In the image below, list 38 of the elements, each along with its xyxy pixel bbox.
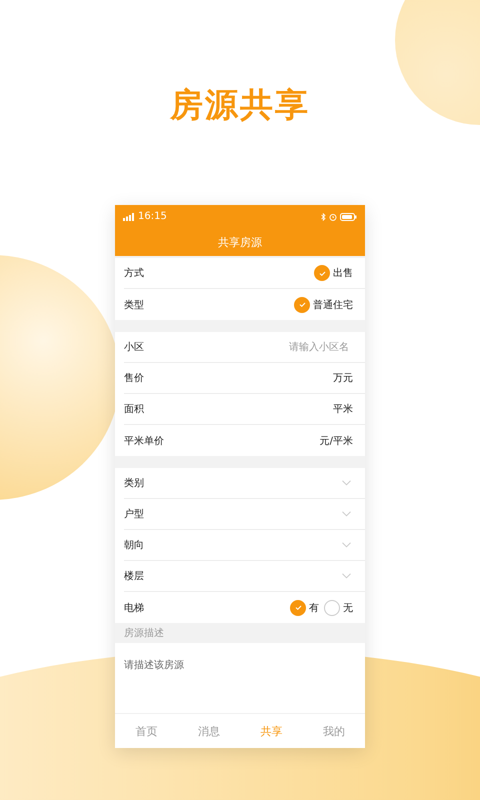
chevron-down-icon[interactable] bbox=[342, 480, 351, 486]
radio-button[interactable] bbox=[294, 296, 310, 312]
chevron-down-icon[interactable] bbox=[342, 573, 351, 579]
chevron-down-icon[interactable] bbox=[342, 542, 351, 548]
option-label[interactable]: 有 bbox=[309, 600, 319, 614]
field-label: 售价 bbox=[124, 372, 145, 385]
alarm-clock-icon bbox=[329, 212, 337, 220]
description-textarea[interactable]: 请描述该房源 bbox=[115, 643, 365, 713]
radio-button[interactable] bbox=[314, 265, 330, 281]
check-icon bbox=[298, 300, 306, 309]
field-label: 类型 bbox=[124, 298, 145, 312]
nav-title: 共享房源 bbox=[218, 234, 262, 250]
option-label[interactable]: 无 bbox=[343, 600, 353, 614]
radio-button[interactable] bbox=[324, 600, 340, 616]
field-label: 楼层 bbox=[124, 570, 145, 583]
signal-icon bbox=[123, 212, 135, 220]
bluetooth-icon bbox=[321, 212, 326, 220]
check-icon bbox=[294, 603, 302, 612]
status-time: 16:15 bbox=[138, 211, 167, 222]
unit-label: 元/平米 bbox=[320, 434, 353, 448]
field-label: 电梯 bbox=[124, 602, 145, 614]
battery-icon bbox=[340, 212, 357, 220]
field-label: 朝向 bbox=[124, 538, 145, 552]
field-label: 面积 bbox=[124, 403, 145, 416]
field-label: 类别 bbox=[124, 476, 145, 490]
field-label: 平米单价 bbox=[124, 434, 165, 448]
radio-button[interactable] bbox=[290, 600, 306, 616]
chevron-down-icon[interactable] bbox=[342, 511, 351, 517]
unit-label: 平米 bbox=[333, 402, 353, 416]
check-icon bbox=[318, 268, 326, 278]
headline: 房源共享 bbox=[170, 85, 310, 124]
option-label[interactable]: 普通住宅 bbox=[313, 298, 353, 312]
field-label: 户型 bbox=[124, 508, 145, 521]
section-header: 房源描述 bbox=[124, 626, 164, 640]
field-label: 小区 bbox=[124, 340, 145, 354]
field-label: 方式 bbox=[124, 266, 145, 280]
option-label[interactable]: 出售 bbox=[333, 266, 353, 280]
unit-label: 万元 bbox=[333, 372, 353, 385]
